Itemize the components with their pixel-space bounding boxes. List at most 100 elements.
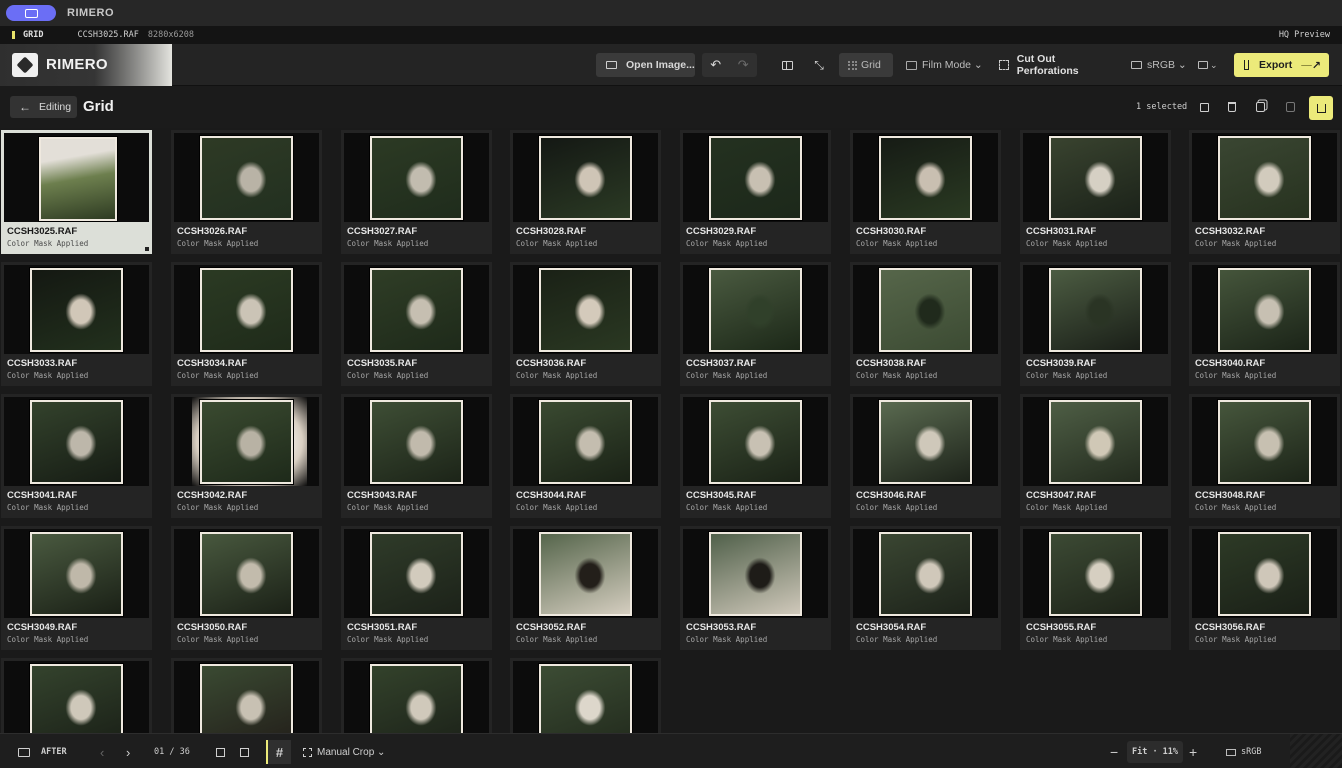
select-all-button[interactable]	[1196, 99, 1212, 115]
photo-frame	[879, 268, 972, 352]
undo-icon[interactable]: ↶	[710, 57, 721, 73]
history-group: ↶ ↷	[702, 53, 757, 77]
image-card[interactable]: CCSH3051.RAF Color Mask Applied	[341, 526, 492, 650]
share-icon	[1316, 103, 1326, 113]
image-card[interactable]: CCSH3053.RAF Color Mask Applied	[680, 526, 831, 650]
image-card[interactable]: CCSH3046.RAF Color Mask Applied	[850, 394, 1001, 518]
crop-mode-dropdown[interactable]: Manual Crop ⌄	[303, 744, 385, 760]
image-thumbnail	[853, 265, 998, 354]
image-thumbnail	[1023, 133, 1168, 222]
image-card[interactable]: CCSH3028.RAF Color Mask Applied	[510, 130, 661, 254]
resize-corner[interactable]	[1290, 734, 1342, 768]
image-card[interactable]: CCSH3054.RAF Color Mask Applied	[850, 526, 1001, 650]
image-card[interactable]: CCSH3049.RAF Color Mask Applied	[1, 526, 152, 650]
delete-button[interactable]	[1224, 99, 1240, 115]
before-after-toggle[interactable]	[18, 744, 30, 760]
open-image-button[interactable]: Open Image...	[596, 53, 695, 77]
zoom-in-button[interactable]: +	[1189, 744, 1197, 760]
image-card[interactable]	[1, 658, 152, 733]
previous-image-button[interactable]: ‹	[100, 744, 104, 760]
image-card[interactable]: CCSH3043.RAF Color Mask Applied	[341, 394, 492, 518]
compare-view-button[interactable]	[777, 53, 797, 77]
image-card[interactable]: CCSH3040.RAF Color Mask Applied	[1189, 262, 1340, 386]
image-card[interactable]: CCSH3036.RAF Color Mask Applied	[510, 262, 661, 386]
rotate-right-button[interactable]	[240, 744, 249, 760]
back-to-editing-button[interactable]: ← Editing	[10, 96, 77, 118]
app-switcher-button[interactable]	[6, 5, 56, 21]
image-thumbnail	[1023, 529, 1168, 618]
copy-settings-button[interactable]	[1252, 99, 1268, 115]
photo-frame	[200, 136, 293, 220]
zoom-level-button[interactable]: Fit · 11%	[1127, 741, 1183, 763]
image-card[interactable]: CCSH3055.RAF Color Mask Applied	[1020, 526, 1171, 650]
zoom-out-button[interactable]: −	[1110, 744, 1118, 760]
image-card[interactable]: CCSH3050.RAF Color Mask Applied	[171, 526, 322, 650]
image-card[interactable]: CCSH3032.RAF Color Mask Applied	[1189, 130, 1340, 254]
image-card[interactable]: CCSH3038.RAF Color Mask Applied	[850, 262, 1001, 386]
image-filename: CCSH3049.RAF	[7, 622, 78, 633]
image-card[interactable]: CCSH3045.RAF Color Mask Applied	[680, 394, 831, 518]
export-label: Export	[1259, 59, 1293, 71]
layout-dropdown[interactable]: ⌄	[1198, 53, 1224, 77]
paste-settings-button[interactable]	[1282, 99, 1298, 115]
image-card[interactable]: CCSH3031.RAF Color Mask Applied	[1020, 130, 1171, 254]
folder-icon	[606, 61, 617, 69]
image-card[interactable]: CCSH3042.RAF Color Mask Applied	[171, 394, 322, 518]
redo-icon[interactable]: ↷	[738, 57, 749, 73]
image-card[interactable]	[341, 658, 492, 733]
image-card[interactable]: CCSH3030.RAF Color Mask Applied	[850, 130, 1001, 254]
image-card[interactable]: CCSH3029.RAF Color Mask Applied	[680, 130, 831, 254]
zoom-level: Fit · 11%	[1131, 747, 1179, 757]
export-selected-button[interactable]	[1309, 96, 1333, 120]
image-card[interactable]: CCSH3027.RAF Color Mask Applied	[341, 130, 492, 254]
image-card[interactable]: CCSH3041.RAF Color Mask Applied	[1, 394, 152, 518]
film-mode-dropdown[interactable]: Film Mode ⌄	[904, 53, 984, 77]
next-image-button[interactable]: ›	[126, 744, 130, 760]
fullscreen-button[interactable]: ⤡	[809, 53, 829, 77]
photo-frame	[200, 268, 293, 352]
export-button[interactable]: Export — ↗	[1234, 53, 1329, 77]
image-card[interactable]: CCSH3037.RAF Color Mask Applied	[680, 262, 831, 386]
image-status: Color Mask Applied	[177, 635, 259, 644]
chevron-left-icon: ‹	[100, 744, 105, 760]
photo-frame	[709, 268, 802, 352]
image-thumbnail	[853, 529, 998, 618]
film-mode-label: Film Mode ⌄	[922, 59, 983, 71]
photo-frame	[370, 136, 463, 220]
image-card[interactable]: CCSH3033.RAF Color Mask Applied	[1, 262, 152, 386]
image-card[interactable]: CCSH3047.RAF Color Mask Applied	[1020, 394, 1171, 518]
plus-icon: +	[1189, 744, 1198, 760]
image-card[interactable]: CCSH3039.RAF Color Mask Applied	[1020, 262, 1171, 386]
photo-frame	[1049, 532, 1142, 616]
grid-overlay-toggle[interactable]: #	[266, 740, 291, 764]
film-icon	[906, 60, 917, 70]
arrow-up-right-icon: ↗	[1311, 59, 1321, 72]
image-card[interactable]	[171, 658, 322, 733]
image-card[interactable]: CCSH3035.RAF Color Mask Applied	[341, 262, 492, 386]
image-card[interactable]: CCSH3048.RAF Color Mask Applied	[1189, 394, 1340, 518]
grid-view-label: Grid	[861, 59, 881, 71]
image-card[interactable]: CCSH3052.RAF Color Mask Applied	[510, 526, 661, 650]
image-status: Color Mask Applied	[516, 239, 598, 248]
color-space-dropdown[interactable]: sRGB ⌄	[1131, 53, 1189, 77]
rotate-left-button[interactable]	[216, 744, 225, 760]
image-thumbnail	[4, 661, 149, 733]
image-thumbnail	[1023, 265, 1168, 354]
photo-frame	[30, 400, 123, 484]
image-card[interactable]: CCSH3025.RAF Color Mask Applied	[1, 130, 152, 254]
image-filename: CCSH3039.RAF	[1026, 358, 1097, 369]
grid-view-button[interactable]: Grid	[839, 53, 893, 77]
image-card[interactable]: CCSH3026.RAF Color Mask Applied	[171, 130, 322, 254]
layout-chevron-icon: ⌄	[1210, 59, 1218, 70]
image-status: Color Mask Applied	[177, 239, 259, 248]
image-filename: CCSH3026.RAF	[177, 226, 248, 237]
image-card[interactable]: CCSH3044.RAF Color Mask Applied	[510, 394, 661, 518]
cut-perforations-button[interactable]: Cut Out Perforations	[997, 53, 1117, 77]
image-card[interactable]: CCSH3056.RAF Color Mask Applied	[1189, 526, 1340, 650]
image-filename: CCSH3030.RAF	[856, 226, 927, 237]
rotate-right-icon	[240, 747, 249, 757]
photo-frame	[30, 268, 123, 352]
image-card[interactable]	[510, 658, 661, 733]
image-card[interactable]: CCSH3034.RAF Color Mask Applied	[171, 262, 322, 386]
output-color-space[interactable]: sRGB	[1226, 744, 1261, 760]
